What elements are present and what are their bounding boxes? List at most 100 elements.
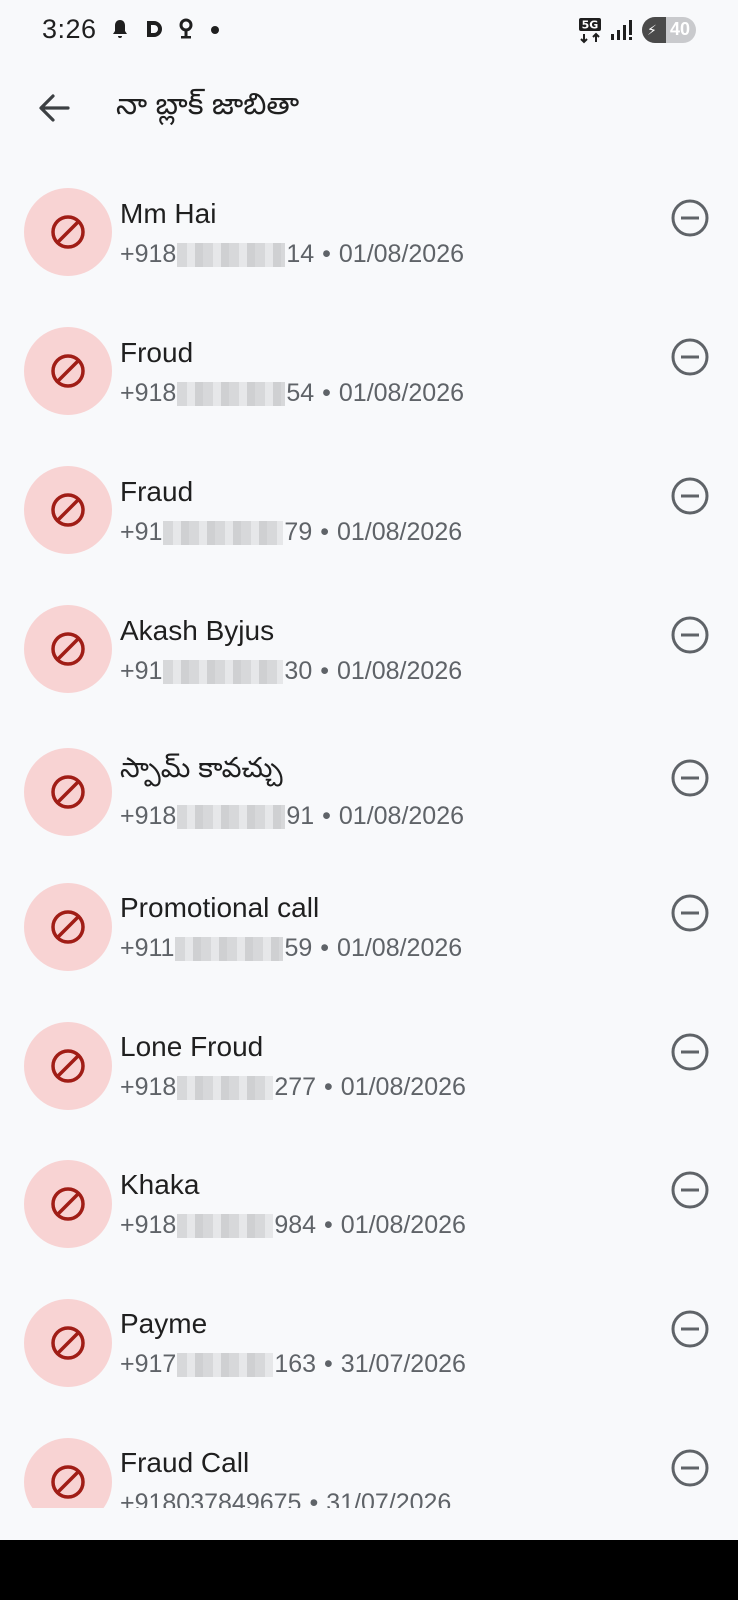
contact-details: +918 984 • 01/08/2026	[120, 1211, 466, 1240]
contact-name: స్పామ్ కావచ్చు	[120, 752, 283, 783]
contact-name: Lone Froud	[120, 1031, 264, 1062]
signal-icon	[611, 20, 632, 40]
redacted-digits	[175, 936, 284, 961]
number-suffix: 163	[274, 1350, 317, 1378]
list-item[interactable]: Lone Froud +918 277 • 01/08/2026	[0, 989, 738, 1128]
blocked-numbers-list: Mm Hai +918 14 • 01/08/2026 Froud +918 5…	[0, 150, 738, 1508]
number-prefix: +917	[120, 1350, 177, 1378]
list-item[interactable]: స్పామ్ కావచ్చు +918 91 • 01/08/2026	[0, 706, 738, 845]
block-icon	[51, 775, 85, 809]
avatar	[24, 883, 112, 971]
battery-indicator: ⚡ 40	[642, 17, 696, 43]
unblock-icon[interactable]	[668, 1168, 712, 1212]
blocked-date: 01/08/2026	[338, 240, 465, 268]
block-icon	[51, 1465, 85, 1499]
block-icon	[51, 910, 85, 944]
blocked-date: 01/08/2026	[337, 518, 463, 546]
separator: •	[322, 802, 331, 830]
redacted-digits	[177, 1075, 274, 1100]
contact-name: Fraud Call	[120, 1447, 250, 1478]
number-prefix: +918	[120, 1211, 177, 1239]
app-bar: నా బ్లాక్ జాబితా	[0, 70, 738, 150]
blocked-date: 31/07/2026	[340, 1350, 466, 1378]
avatar	[24, 1160, 112, 1248]
contact-details: +911 59 • 01/08/2026	[120, 934, 462, 963]
avatar	[24, 1299, 112, 1387]
contact-name: Khaka	[120, 1169, 200, 1200]
contact-name: Promotional call	[120, 892, 320, 923]
number-suffix: 59	[284, 934, 313, 962]
list-item[interactable]: Promotional call +911 59 • 01/08/2026	[0, 850, 738, 989]
number-prefix: +911	[120, 934, 175, 962]
unblock-icon[interactable]	[668, 1030, 712, 1074]
back-arrow-icon[interactable]	[34, 88, 74, 128]
status-time: 3:26	[42, 14, 97, 44]
svg-text:5G: 5G	[582, 19, 599, 32]
blocked-date: 01/08/2026	[337, 657, 463, 685]
status-left-icons	[110, 18, 222, 40]
list-item[interactable]: Fraud +91 79 • 01/08/2026	[0, 428, 738, 567]
contact-name: Fraud	[120, 476, 194, 507]
redacted-digits	[177, 242, 286, 267]
block-icon	[51, 632, 85, 666]
blocked-date: 01/08/2026	[338, 802, 465, 830]
number-prefix: +918	[120, 240, 177, 268]
page-title: నా బ్లాక్ జాబితా	[116, 88, 300, 121]
number-prefix: +918	[120, 379, 177, 407]
block-icon	[51, 354, 85, 388]
navigation-bar	[0, 1540, 738, 1600]
contact-details: +918 277 • 01/08/2026	[120, 1073, 466, 1102]
separator: •	[320, 657, 329, 685]
contact-details: +918037849675 • 31/07/2026	[120, 1489, 451, 1508]
separator: •	[320, 934, 330, 962]
unblock-icon[interactable]	[668, 613, 712, 657]
separator: •	[324, 1073, 333, 1101]
redacted-digits	[177, 381, 286, 406]
number-suffix: 14	[286, 240, 315, 268]
list-item[interactable]: Fraud Call +918037849675 • 31/07/2026	[0, 1406, 738, 1508]
separator: •	[324, 1211, 333, 1239]
unblock-icon[interactable]	[668, 891, 712, 935]
block-icon	[51, 215, 85, 249]
dot-icon	[211, 26, 219, 34]
separator: •	[322, 379, 331, 407]
unblock-icon[interactable]	[668, 335, 712, 379]
block-icon	[51, 493, 85, 527]
bell-icon	[113, 20, 127, 38]
blocked-date: 31/07/2026	[326, 1489, 452, 1508]
blocked-date: 01/08/2026	[340, 1211, 466, 1239]
list-item[interactable]: Akash Byjus +91 30 • 01/08/2026	[0, 567, 738, 706]
number-prefix: +91	[120, 657, 163, 685]
avatar	[24, 1022, 112, 1110]
separator: •	[309, 1489, 319, 1508]
list-item[interactable]: Froud +918 54 • 01/08/2026	[0, 289, 738, 428]
unblock-icon[interactable]	[668, 1446, 712, 1490]
unblock-icon[interactable]	[668, 756, 712, 800]
unblock-icon[interactable]	[668, 1307, 712, 1351]
redacted-digits	[163, 520, 284, 545]
block-icon	[51, 1187, 85, 1221]
blocked-date: 01/08/2026	[340, 1073, 466, 1101]
unblock-icon[interactable]	[668, 474, 712, 518]
list-item[interactable]: Payme +917 163 • 31/07/2026	[0, 1267, 738, 1406]
avatar	[24, 748, 112, 836]
list-item[interactable]: Khaka +918 984 • 01/08/2026	[0, 1128, 738, 1267]
d-app-icon	[147, 21, 162, 37]
battery-percent: 40	[669, 19, 690, 39]
avatar	[24, 327, 112, 415]
network-5g-icon: 5G	[579, 18, 601, 44]
contact-details: +91 79 • 01/08/2026	[120, 518, 462, 547]
unblock-icon[interactable]	[668, 196, 712, 240]
contact-details: +917 163 • 31/07/2026	[120, 1350, 466, 1379]
charging-icon: ⚡	[647, 21, 657, 38]
blocked-date: 01/08/2026	[337, 934, 463, 962]
list-item[interactable]: Mm Hai +918 14 • 01/08/2026	[0, 150, 738, 289]
number-suffix: 984	[274, 1211, 317, 1239]
number-suffix: 91	[286, 802, 315, 830]
separator: •	[324, 1350, 333, 1378]
separator: •	[320, 518, 329, 546]
block-icon	[51, 1049, 85, 1083]
redacted-digits	[177, 1213, 274, 1238]
number-prefix: +918	[120, 802, 177, 830]
status-right-icons: 5G ⚡ 40	[578, 16, 696, 44]
